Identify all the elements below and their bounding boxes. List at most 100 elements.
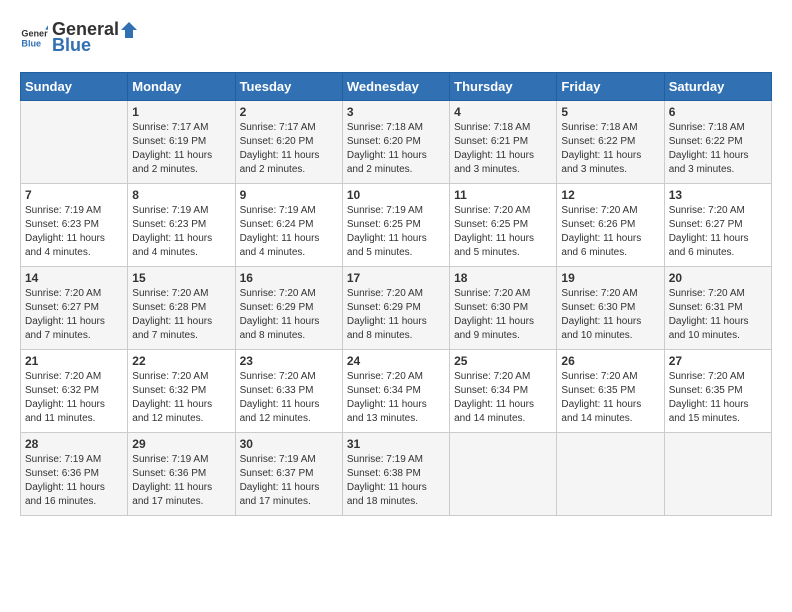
day-info: Sunrise: 7:19 AMSunset: 6:23 PMDaylight:… <box>132 204 230 260</box>
calendar-cell: 10 Sunrise: 7:19 AMSunset: 6:25 PMDayligh… <box>342 183 449 266</box>
day-info: Sunrise: 7:19 AMSunset: 6:37 PMDaylight:… <box>240 453 338 509</box>
day-info: Sunrise: 7:20 AMSunset: 6:27 PMDaylight:… <box>25 287 123 343</box>
day-number: 27 <box>669 354 767 368</box>
day-number: 16 <box>240 271 338 285</box>
day-number: 20 <box>669 271 767 285</box>
calendar-cell: 27 Sunrise: 7:20 AMSunset: 6:35 PMDayligh… <box>664 349 771 432</box>
calendar-cell: 22 Sunrise: 7:20 AMSunset: 6:32 PMDayligh… <box>128 349 235 432</box>
day-number: 23 <box>240 354 338 368</box>
svg-text:Blue: Blue <box>21 38 41 48</box>
calendar-cell: 13Sunrise: 7:20 AMSunset: 6:27 PMDayligh… <box>664 183 771 266</box>
day-info: Sunrise: 7:18 AMSunset: 6:21 PMDaylight:… <box>454 121 552 177</box>
calendar-cell: 30 Sunrise: 7:19 AMSunset: 6:37 PMDayligh… <box>235 432 342 515</box>
day-info: Sunrise: 7:20 AMSunset: 6:34 PMDaylight:… <box>347 370 445 426</box>
weekday-header-friday: Friday <box>557 72 664 100</box>
calendar-cell: 31 Sunrise: 7:19 AMSunset: 6:38 PMDayligh… <box>342 432 449 515</box>
weekday-header-monday: Monday <box>128 72 235 100</box>
weekday-header-tuesday: Tuesday <box>235 72 342 100</box>
calendar-cell: 25 Sunrise: 7:20 AMSunset: 6:34 PMDayligh… <box>450 349 557 432</box>
day-info: Sunrise: 7:18 AMSunset: 6:20 PMDaylight:… <box>347 121 445 177</box>
calendar-cell: 26 Sunrise: 7:20 AMSunset: 6:35 PMDayligh… <box>557 349 664 432</box>
calendar-cell: 15 Sunrise: 7:20 AMSunset: 6:28 PMDayligh… <box>128 266 235 349</box>
calendar-cell: 4 Sunrise: 7:18 AMSunset: 6:21 PMDaylight… <box>450 100 557 183</box>
day-info: Sunrise: 7:20 AMSunset: 6:34 PMDaylight:… <box>454 370 552 426</box>
day-number: 1 <box>132 105 230 119</box>
day-info: Sunrise: 7:17 AMSunset: 6:20 PMDaylight:… <box>240 121 338 177</box>
calendar-body: 1 Sunrise: 7:17 AMSunset: 6:19 PMDaylight… <box>21 100 772 515</box>
calendar-cell: 24 Sunrise: 7:20 AMSunset: 6:34 PMDayligh… <box>342 349 449 432</box>
calendar-cell: 11 Sunrise: 7:20 AMSunset: 6:25 PMDayligh… <box>450 183 557 266</box>
day-info: Sunrise: 7:20 AMSunset: 6:30 PMDaylight:… <box>454 287 552 343</box>
day-number: 10 <box>347 188 445 202</box>
day-number: 8 <box>132 188 230 202</box>
calendar-cell: 29 Sunrise: 7:19 AMSunset: 6:36 PMDayligh… <box>128 432 235 515</box>
day-number: 31 <box>347 437 445 451</box>
svg-text:General: General <box>21 28 48 38</box>
day-info: Sunrise: 7:20 AMSunset: 6:31 PMDaylight:… <box>669 287 767 343</box>
day-number: 4 <box>454 105 552 119</box>
weekday-header-row: SundayMondayTuesdayWednesdayThursdayFrid… <box>21 72 772 100</box>
page-header: General Blue General Blue <box>20 20 772 56</box>
day-number: 15 <box>132 271 230 285</box>
day-number: 17 <box>347 271 445 285</box>
calendar-cell: 8 Sunrise: 7:19 AMSunset: 6:23 PMDaylight… <box>128 183 235 266</box>
calendar-cell: 5Sunrise: 7:18 AMSunset: 6:22 PMDaylight… <box>557 100 664 183</box>
day-info: Sunrise: 7:18 AMSunset: 6:22 PMDaylight:… <box>669 121 767 177</box>
day-info: Sunrise: 7:19 AMSunset: 6:24 PMDaylight:… <box>240 204 338 260</box>
day-number: 29 <box>132 437 230 451</box>
calendar-week-2: 7 Sunrise: 7:19 AMSunset: 6:23 PMDaylight… <box>21 183 772 266</box>
calendar-cell: 28Sunrise: 7:19 AMSunset: 6:36 PMDayligh… <box>21 432 128 515</box>
day-number: 21 <box>25 354 123 368</box>
calendar-cell: 3 Sunrise: 7:18 AMSunset: 6:20 PMDaylight… <box>342 100 449 183</box>
day-info: Sunrise: 7:20 AMSunset: 6:32 PMDaylight:… <box>25 370 123 426</box>
day-info: Sunrise: 7:17 AMSunset: 6:19 PMDaylight:… <box>132 121 230 177</box>
day-number: 18 <box>454 271 552 285</box>
day-number: 24 <box>347 354 445 368</box>
day-info: Sunrise: 7:20 AMSunset: 6:30 PMDaylight:… <box>561 287 659 343</box>
day-info: Sunrise: 7:20 AMSunset: 6:25 PMDaylight:… <box>454 204 552 260</box>
calendar-cell: 19 Sunrise: 7:20 AMSunset: 6:30 PMDayligh… <box>557 266 664 349</box>
calendar-cell <box>21 100 128 183</box>
day-number: 25 <box>454 354 552 368</box>
calendar-table: SundayMondayTuesdayWednesdayThursdayFrid… <box>20 72 772 516</box>
calendar-cell: 6 Sunrise: 7:18 AMSunset: 6:22 PMDaylight… <box>664 100 771 183</box>
day-number: 30 <box>240 437 338 451</box>
day-info: Sunrise: 7:20 AMSunset: 6:32 PMDaylight:… <box>132 370 230 426</box>
day-number: 3 <box>347 105 445 119</box>
calendar-cell: 7Sunrise: 7:19 AMSunset: 6:23 PMDaylight… <box>21 183 128 266</box>
day-info: Sunrise: 7:20 AMSunset: 6:28 PMDaylight:… <box>132 287 230 343</box>
day-info: Sunrise: 7:20 AMSunset: 6:26 PMDaylight:… <box>561 204 659 260</box>
day-info: Sunrise: 7:19 AMSunset: 6:36 PMDaylight:… <box>25 453 123 509</box>
day-info: Sunrise: 7:20 AMSunset: 6:33 PMDaylight:… <box>240 370 338 426</box>
calendar-cell: 1 Sunrise: 7:17 AMSunset: 6:19 PMDaylight… <box>128 100 235 183</box>
calendar-cell: 17Sunrise: 7:20 AMSunset: 6:29 PMDayligh… <box>342 266 449 349</box>
calendar-week-1: 1 Sunrise: 7:17 AMSunset: 6:19 PMDaylight… <box>21 100 772 183</box>
day-number: 22 <box>132 354 230 368</box>
day-info: Sunrise: 7:19 AMSunset: 6:36 PMDaylight:… <box>132 453 230 509</box>
day-number: 6 <box>669 105 767 119</box>
calendar-cell: 12Sunrise: 7:20 AMSunset: 6:26 PMDayligh… <box>557 183 664 266</box>
day-info: Sunrise: 7:20 AMSunset: 6:35 PMDaylight:… <box>561 370 659 426</box>
calendar-week-3: 14 Sunrise: 7:20 AMSunset: 6:27 PMDayligh… <box>21 266 772 349</box>
day-info: Sunrise: 7:19 AMSunset: 6:38 PMDaylight:… <box>347 453 445 509</box>
day-number: 26 <box>561 354 659 368</box>
day-number: 7 <box>25 188 123 202</box>
calendar-cell: 2Sunrise: 7:17 AMSunset: 6:20 PMDaylight… <box>235 100 342 183</box>
calendar-cell: 18 Sunrise: 7:20 AMSunset: 6:30 PMDayligh… <box>450 266 557 349</box>
day-info: Sunrise: 7:19 AMSunset: 6:25 PMDaylight:… <box>347 204 445 260</box>
day-number: 11 <box>454 188 552 202</box>
calendar-cell: 23 Sunrise: 7:20 AMSunset: 6:33 PMDayligh… <box>235 349 342 432</box>
calendar-cell: 21 Sunrise: 7:20 AMSunset: 6:32 PMDayligh… <box>21 349 128 432</box>
day-number: 19 <box>561 271 659 285</box>
weekday-header-saturday: Saturday <box>664 72 771 100</box>
calendar-cell: 14 Sunrise: 7:20 AMSunset: 6:27 PMDayligh… <box>21 266 128 349</box>
logo: General Blue General Blue <box>20 20 139 56</box>
day-number: 14 <box>25 271 123 285</box>
day-info: Sunrise: 7:20 AMSunset: 6:27 PMDaylight:… <box>669 204 767 260</box>
weekday-header-wednesday: Wednesday <box>342 72 449 100</box>
day-number: 9 <box>240 188 338 202</box>
logo-icon: General Blue <box>20 24 48 52</box>
calendar-cell: 16Sunrise: 7:20 AMSunset: 6:29 PMDayligh… <box>235 266 342 349</box>
day-info: Sunrise: 7:20 AMSunset: 6:35 PMDaylight:… <box>669 370 767 426</box>
calendar-week-5: 28Sunrise: 7:19 AMSunset: 6:36 PMDayligh… <box>21 432 772 515</box>
